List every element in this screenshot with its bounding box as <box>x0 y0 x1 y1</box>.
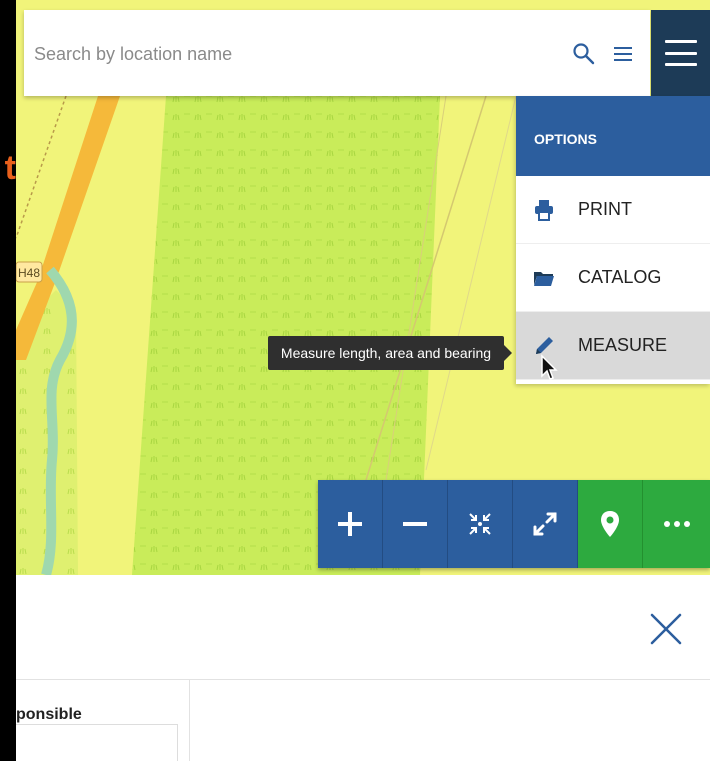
column-header[interactable]: ponsible <box>16 680 190 761</box>
mouse-cursor-icon <box>541 354 558 380</box>
zoom-out-button[interactable] <box>383 480 448 568</box>
search-icon[interactable] <box>572 42 596 66</box>
zoom-extent-button[interactable] <box>448 480 513 568</box>
compress-arrows-icon <box>469 513 491 535</box>
map-pin-icon <box>601 511 619 537</box>
more-button[interactable] <box>643 480 710 568</box>
folder-icon <box>532 266 556 290</box>
column-filter-field[interactable] <box>16 724 178 761</box>
column-header-label: ponsible <box>16 706 82 723</box>
locate-button[interactable] <box>578 480 643 568</box>
cropped-orange-glyph: t <box>4 150 16 186</box>
table-header-row: ponsible <box>16 679 710 761</box>
options-header: OPTIONS <box>516 96 710 176</box>
search-bar <box>24 10 650 96</box>
menu-button[interactable] <box>651 10 710 96</box>
option-print[interactable]: PRINT <box>516 176 710 244</box>
ellipsis-icon <box>663 521 690 527</box>
expand-arrows-icon <box>533 512 557 536</box>
zoom-in-button[interactable] <box>318 480 383 568</box>
close-icon[interactable] <box>646 609 686 649</box>
minus-icon <box>403 522 427 526</box>
option-measure-label: MEASURE <box>578 335 668 355</box>
list-icon[interactable] <box>612 44 634 64</box>
fullscreen-button[interactable] <box>513 480 578 568</box>
option-print-label: PRINT <box>578 199 632 219</box>
option-catalog[interactable]: CATALOG <box>516 244 710 312</box>
measure-tooltip: Measure length, area and bearing <box>268 336 504 370</box>
map-controls-toolbar <box>318 480 710 568</box>
highway-road <box>38 96 120 280</box>
hamburger-icon <box>664 40 697 66</box>
printer-icon <box>532 198 556 222</box>
bottom-panel: ponsible <box>16 575 710 761</box>
road-label: H48 <box>18 266 40 280</box>
search-input[interactable] <box>34 36 554 72</box>
tooltip-arrow <box>504 345 512 361</box>
options-panel: OPTIONS PRINT CATALOG MEASURE <box>516 96 710 384</box>
option-catalog-label: CATALOG <box>578 267 662 287</box>
left-edge-strip: t <box>0 0 16 761</box>
plus-icon <box>338 512 362 536</box>
